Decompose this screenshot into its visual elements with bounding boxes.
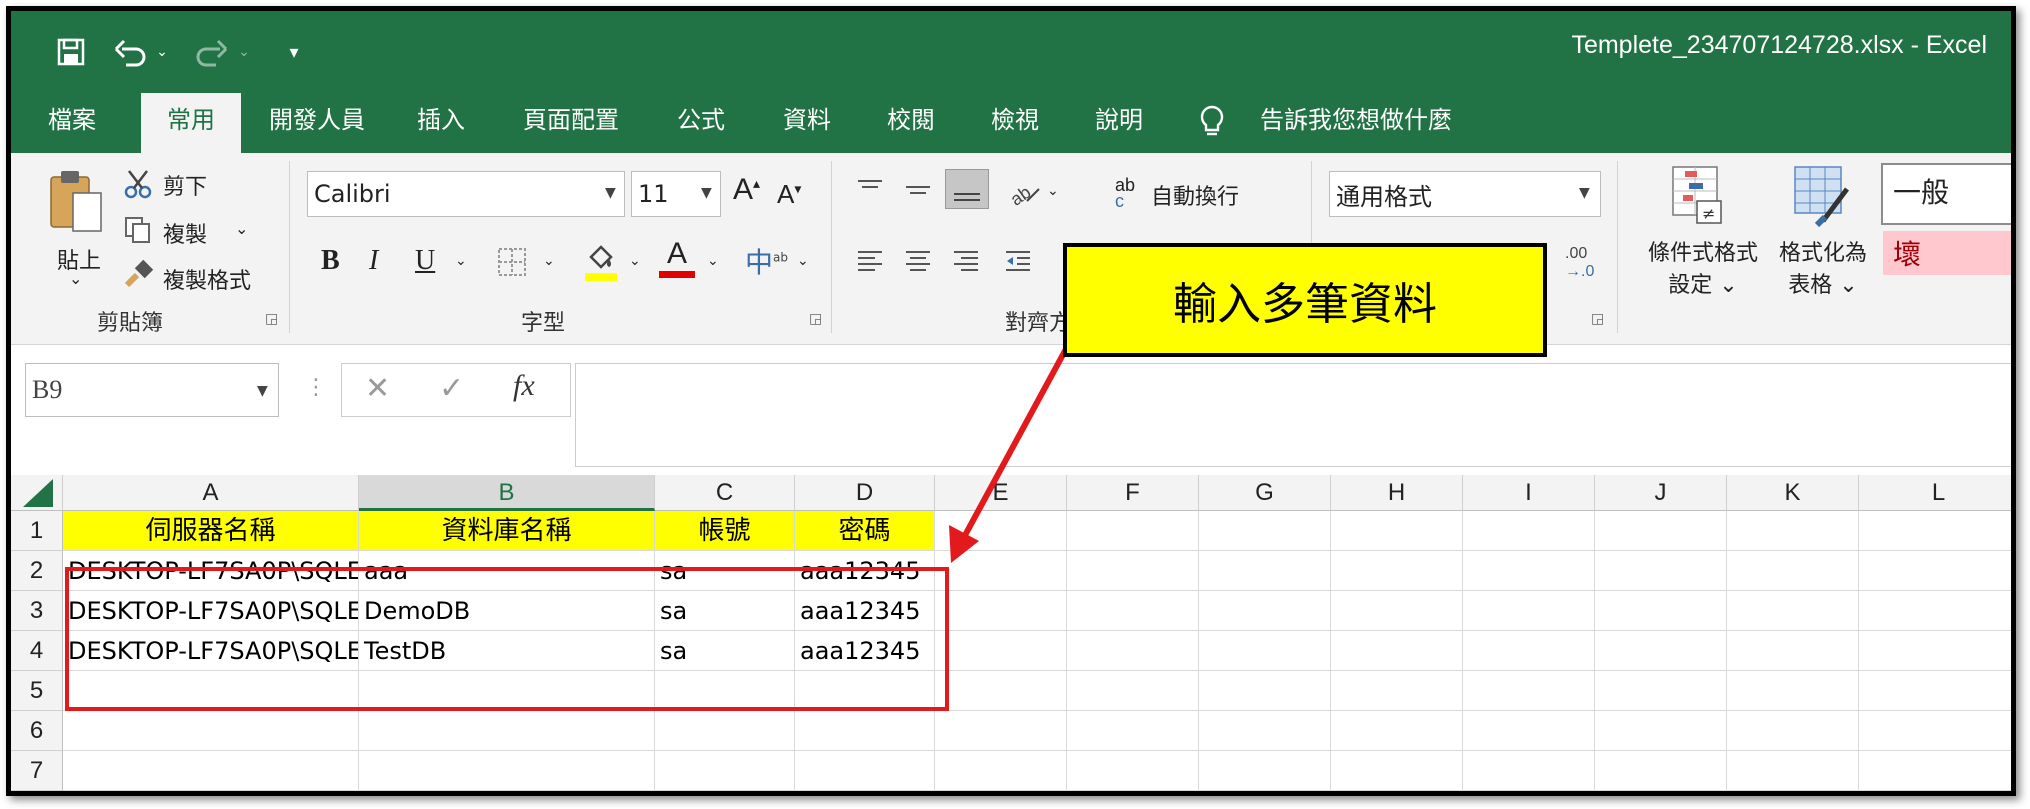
annotation-callout: 輸入多筆資料 [1063, 243, 1547, 357]
annotation-highlight-box [65, 567, 949, 711]
excel-window: ⌄ ⌄ ▾ Templete_234707124728.xlsx - Excel… [6, 6, 2016, 796]
